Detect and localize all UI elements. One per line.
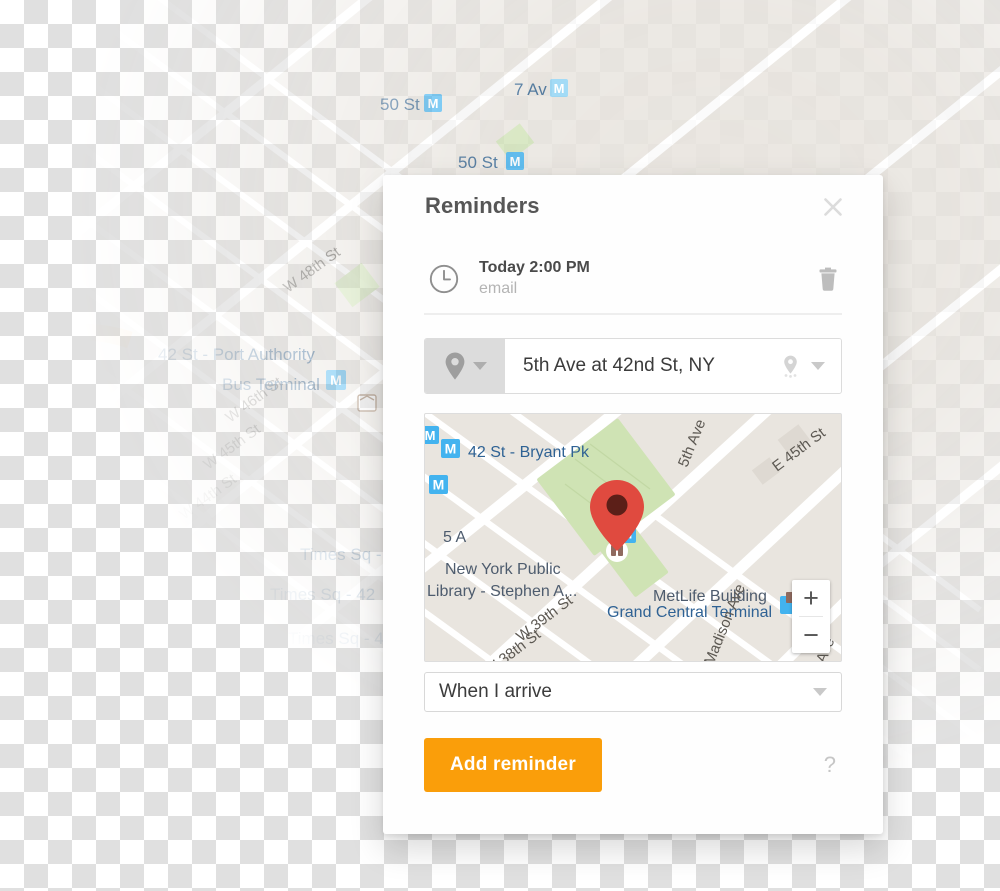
reminder-text: Today 2:00 PM email bbox=[479, 258, 816, 299]
svg-text:treet: treet bbox=[232, 851, 266, 870]
svg-text:W 44th St: W 44th St bbox=[176, 470, 240, 523]
svg-text:W 38th St: W 38th St bbox=[150, 690, 214, 743]
trigger-select[interactable]: When I arrive bbox=[424, 672, 842, 712]
page-title: Reminders bbox=[425, 193, 540, 218]
map-zoom-controls: + − bbox=[792, 580, 830, 653]
svg-text:M: M bbox=[314, 780, 326, 796]
svg-text:6th Ave: 6th Ave bbox=[46, 657, 80, 710]
location-actions bbox=[782, 354, 829, 378]
reminder-list-item: Today 2:00 PM email bbox=[424, 237, 842, 315]
zoom-in-button[interactable]: + bbox=[792, 580, 830, 616]
zoom-out-button[interactable]: − bbox=[792, 617, 830, 653]
svg-text:M: M bbox=[445, 441, 457, 457]
reminder-time: Today 2:00 PM bbox=[479, 259, 590, 276]
svg-text:M: M bbox=[433, 477, 445, 493]
dialog-header: Reminders bbox=[383, 175, 883, 237]
location-row bbox=[424, 338, 842, 394]
trigger-select-value: When I arrive bbox=[439, 681, 552, 702]
svg-text:Times Sq -: Times Sq - bbox=[300, 545, 382, 564]
location-input-wrap bbox=[505, 339, 841, 393]
svg-text:Grand Central Terminal: Grand Central Terminal bbox=[607, 604, 772, 621]
svg-text:42 St - Bryant Pk: 42 St - Bryant Pk bbox=[468, 444, 590, 461]
location-input[interactable] bbox=[523, 355, 782, 377]
svg-text:W 35th St: W 35th St bbox=[14, 860, 78, 891]
svg-text:Madison Square Gard: Madison Square Gard bbox=[208, 813, 374, 832]
svg-text:Penn Station: Penn Station bbox=[202, 777, 299, 796]
clock-icon bbox=[427, 262, 461, 296]
svg-text:W 36th St: W 36th St bbox=[60, 802, 124, 855]
svg-text:Times Sq - 4: Times Sq - 4 bbox=[288, 629, 384, 648]
svg-text:7th Ave: 7th Ave bbox=[572, 829, 606, 882]
reminder-channel: email bbox=[479, 280, 518, 297]
svg-text:42 St - Port Authority: 42 St - Port Authority bbox=[158, 345, 315, 364]
svg-text:50 St: 50 St bbox=[458, 153, 498, 172]
svg-text:W 45th St: W 45th St bbox=[200, 420, 264, 473]
svg-text:5 A: 5 A bbox=[443, 529, 466, 546]
screenshot-canvas: W 51st St W 48th St W 46th St W 45th St … bbox=[0, 0, 1000, 891]
svg-text:M: M bbox=[554, 81, 565, 96]
svg-text:Times Sq - 42: Times Sq - 42 bbox=[270, 585, 375, 604]
svg-text:Street - Herald S: Street - Herald S bbox=[258, 865, 385, 884]
svg-text:M: M bbox=[428, 96, 439, 111]
svg-text:M: M bbox=[510, 154, 521, 169]
svg-text:M: M bbox=[330, 372, 342, 388]
svg-text:W 46th St: W 46th St bbox=[222, 373, 286, 426]
map-pin-icon bbox=[445, 352, 464, 380]
location-type-selector[interactable] bbox=[425, 339, 505, 393]
chevron-down-icon bbox=[472, 362, 487, 370]
svg-text:Bus Terminal: Bus Terminal bbox=[222, 375, 320, 394]
svg-text:50 St: 50 St bbox=[380, 95, 420, 114]
svg-text:New York Public: New York Public bbox=[445, 561, 561, 578]
chevron-down-icon bbox=[813, 688, 827, 696]
svg-text:MetLife Building: MetLife Building bbox=[653, 588, 767, 605]
svg-text:W 48th St: W 48th St bbox=[280, 243, 344, 296]
svg-text:7 Av: 7 Av bbox=[514, 80, 547, 99]
add-reminder-button[interactable]: Add reminder bbox=[424, 738, 602, 792]
chevron-down-icon[interactable] bbox=[811, 362, 825, 370]
dialog-body: Today 2:00 PM email 5th Ave at 42nd St, … bbox=[383, 237, 883, 802]
trash-icon[interactable] bbox=[816, 266, 840, 292]
svg-text:M: M bbox=[425, 428, 435, 443]
svg-text:Library - Stephen A...: Library - Stephen A... bbox=[427, 583, 577, 600]
svg-text:M: M bbox=[196, 704, 207, 719]
svg-text:W 37th St: W 37th St bbox=[104, 746, 168, 799]
close-icon[interactable] bbox=[821, 195, 845, 219]
location-map-preview[interactable]: 42 St - Bryant Pk Grand Central Terminal… bbox=[424, 413, 842, 662]
map-pin-outline-icon[interactable] bbox=[782, 354, 799, 378]
reminders-dialog: Reminders Today 2:00 PM email 5th Ave at… bbox=[383, 175, 883, 834]
dialog-footer: Add reminder ? bbox=[424, 738, 842, 802]
help-icon[interactable]: ? bbox=[824, 752, 842, 778]
svg-text:W 36th St: W 36th St bbox=[324, 834, 388, 887]
